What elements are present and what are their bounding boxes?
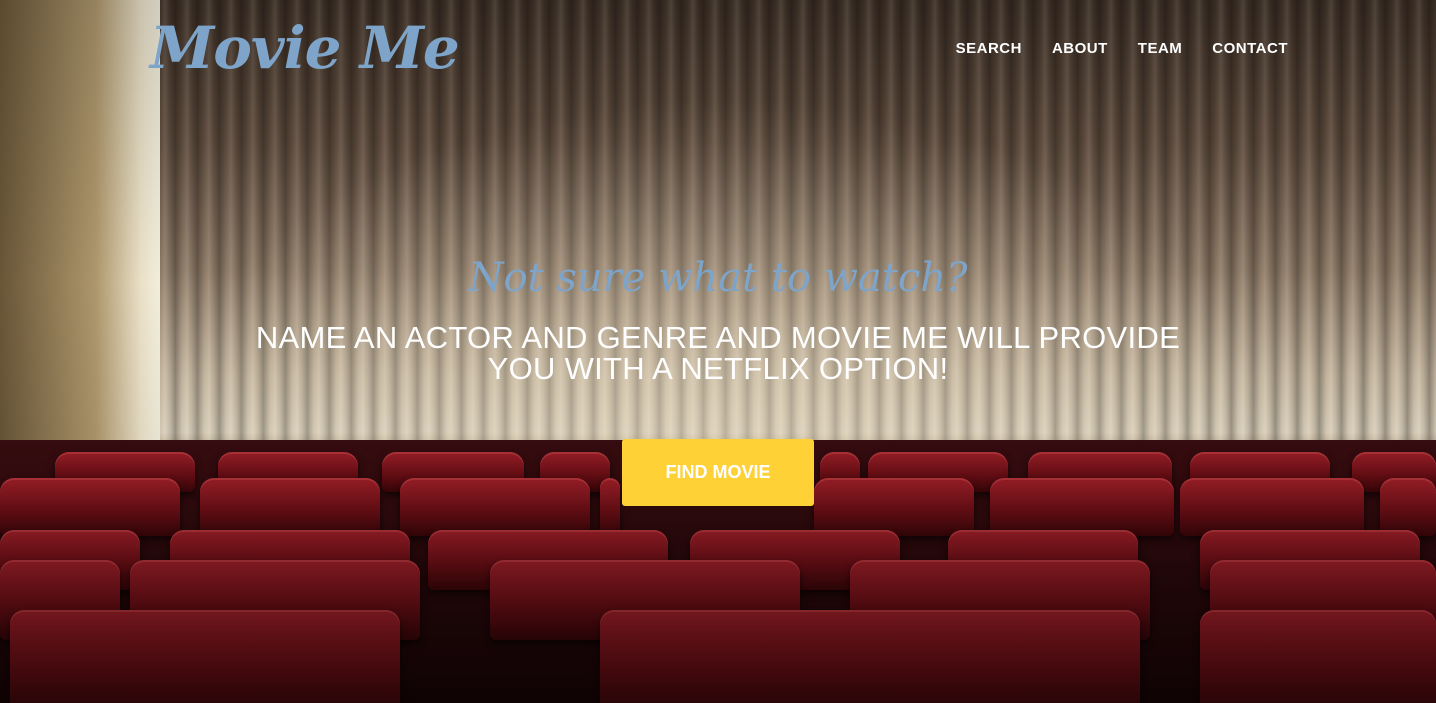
nav-contact[interactable]: CONTACT	[1212, 40, 1288, 57]
nav-search[interactable]: SEARCH	[956, 40, 1022, 57]
nav-team[interactable]: TEAM	[1138, 40, 1183, 57]
main-nav: SEARCH ABOUT TEAM CONTACT	[956, 40, 1288, 57]
hero-content: Not sure what to watch? NAME AN ACTOR AN…	[0, 252, 1436, 506]
find-movie-button[interactable]: FIND MOVIE	[622, 439, 814, 506]
hero-subheading: Not sure what to watch?	[468, 255, 968, 301]
hero-section: Movie Me SEARCH ABOUT TEAM CONTACT Not s…	[0, 0, 1436, 703]
brand-logo[interactable]: Movie Me	[150, 14, 460, 82]
nav-about[interactable]: ABOUT	[1052, 40, 1108, 57]
hero-heading: NAME AN ACTOR AND GENRE AND MOVIE ME WIL…	[255, 320, 1181, 386]
